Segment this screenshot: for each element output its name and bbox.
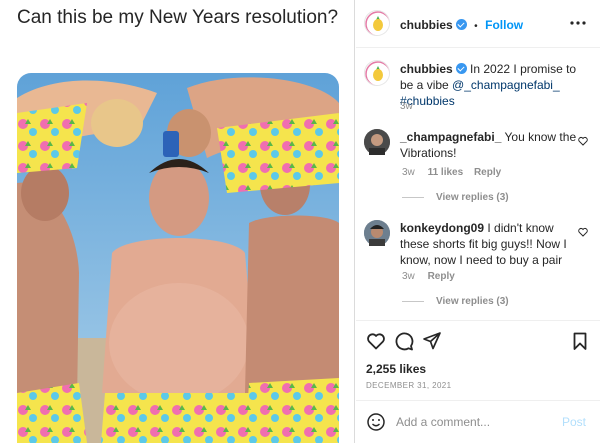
chubbies-avatar[interactable] [364, 10, 390, 36]
heart-icon[interactable] [366, 331, 386, 351]
comment-icon[interactable] [394, 331, 414, 351]
post-comment-button[interactable]: Post [562, 415, 586, 429]
likes-count[interactable]: 2,255 likes [366, 362, 426, 376]
comment-like-heart-icon[interactable] [578, 136, 588, 146]
comment-item: konkeydong09 I didn't know these shorts … [356, 218, 600, 310]
reply-button[interactable]: Reply [474, 167, 501, 178]
post-description: chubbies In 2022 I promise to be a vibe … [356, 56, 600, 116]
bookmark-icon[interactable] [570, 331, 590, 351]
comment-item: _champagnefabi_ You know the Vibrations!… [356, 127, 600, 207]
mention-link[interactable]: @_champagnefabi_ [452, 78, 560, 92]
comment-like-heart-icon[interactable] [578, 227, 588, 237]
commenter-avatar[interactable] [364, 220, 390, 246]
comment-username[interactable]: _champagnefabi_ [400, 130, 501, 144]
smiley-icon[interactable] [366, 412, 386, 432]
paper-plane-icon[interactable] [422, 331, 442, 351]
comment-age: 3w [402, 271, 415, 282]
commenter-avatar[interactable] [364, 129, 390, 155]
view-replies-line [402, 300, 424, 302]
header-username[interactable]: chubbies [400, 18, 453, 32]
user-photo-icon [364, 220, 390, 246]
post-caption: Can this be my New Years resolution? [17, 7, 339, 28]
verified-badge-icon [455, 19, 467, 30]
comment-input[interactable]: Add a comment... [396, 415, 490, 429]
post-header: chubbies • Follow [356, 0, 600, 47]
post-photo[interactable] [17, 73, 339, 443]
beach-group-photo [17, 73, 339, 443]
verified-badge-icon [455, 63, 467, 74]
view-replies-label: View replies (3) [436, 192, 509, 203]
follow-button[interactable]: Follow [485, 18, 523, 32]
more-horizontal-icon[interactable] [570, 16, 586, 28]
comment-age: 3w [402, 167, 415, 178]
header-divider [356, 47, 600, 48]
description-age: 3w [400, 101, 413, 112]
header-dot: • [474, 21, 478, 32]
post-media: Can this be my New Years resolution? [0, 0, 355, 443]
comment-username[interactable]: konkeydong09 [400, 221, 484, 235]
view-replies-line [402, 196, 424, 198]
view-replies-button[interactable]: View replies (3) [402, 296, 509, 307]
view-replies-button[interactable]: View replies (3) [402, 192, 509, 203]
pineapple-logo-icon [365, 11, 389, 35]
reply-button[interactable]: Reply [428, 271, 455, 282]
post-date: DECEMBER 31, 2021 [366, 381, 452, 390]
composer-divider [356, 400, 600, 401]
post-details-panel: chubbies • Follow chubbies In 2022 I pro… [356, 0, 600, 443]
description-avatar[interactable] [364, 60, 390, 86]
actions-divider [356, 320, 600, 321]
description-username[interactable]: chubbies [400, 62, 453, 76]
user-photo-icon [364, 129, 390, 155]
view-replies-label: View replies (3) [436, 296, 509, 307]
comment-likes[interactable]: 11 likes [428, 167, 464, 178]
pineapple-logo-icon [365, 61, 389, 85]
